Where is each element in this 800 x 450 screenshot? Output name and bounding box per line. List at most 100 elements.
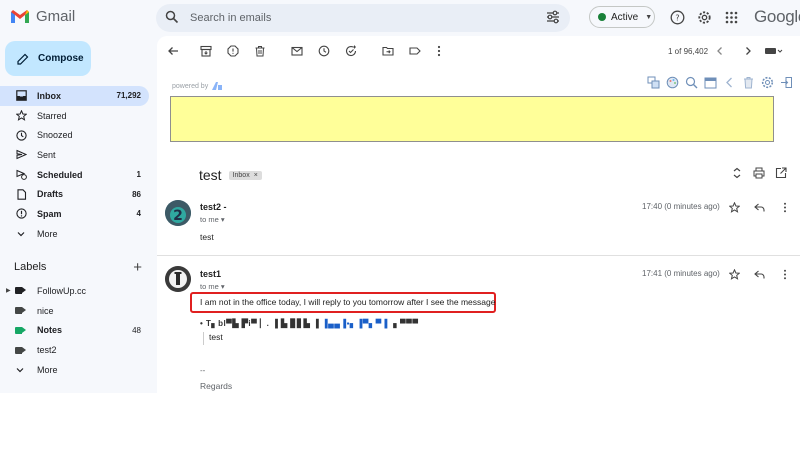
chevron-down-icon [15, 365, 26, 375]
report-spam-icon[interactable] [225, 43, 241, 59]
more-vert-icon[interactable] [779, 201, 791, 213]
label-icon[interactable] [407, 43, 423, 59]
filter-options-icon[interactable] [546, 10, 560, 29]
sign-in-icon[interactable] [779, 75, 793, 89]
back-arrow-icon[interactable] [165, 43, 181, 59]
older-chevron-right-icon[interactable] [740, 43, 756, 59]
message-body: test [200, 232, 214, 242]
more-vert-icon[interactable] [431, 43, 447, 59]
sidebar-item-more[interactable]: More [0, 224, 149, 244]
remove-label-icon[interactable]: × [254, 172, 258, 179]
sidebar-item-sent[interactable]: Sent [0, 145, 149, 165]
gmail-app: Gmail Active ▼ ? Google Com [0, 0, 800, 393]
gmail-logo[interactable]: Gmail [10, 8, 75, 25]
quoted-message: test [203, 332, 223, 345]
sidebar-item-starred[interactable]: Starred [0, 106, 149, 126]
recipient-details[interactable]: to me ▾ [200, 282, 225, 291]
chevron-down-icon: ▼ [645, 13, 653, 21]
open-in-new-window-icon[interactable] [774, 166, 788, 180]
spam-icon [15, 208, 27, 220]
sender-name[interactable]: test1 [200, 269, 221, 279]
search-icon[interactable] [165, 10, 179, 29]
sidebar-label-notes[interactable]: Notes 48 [0, 321, 149, 341]
signature-separator: -- [200, 366, 206, 375]
more-vert-icon[interactable] [779, 268, 791, 280]
message-toolbar: 1 of 96,402 [157, 36, 800, 66]
sender-avatar[interactable]: 2 [165, 200, 191, 226]
search-input[interactable] [190, 9, 530, 27]
snooze-clock-icon[interactable] [316, 43, 332, 59]
expand-all-icon[interactable] [730, 166, 744, 180]
sidebar-item-spam[interactable]: Spam 4 [0, 204, 149, 224]
newer-chevron-left-icon[interactable] [712, 43, 728, 59]
trash-icon[interactable] [741, 75, 755, 89]
settings-cog-icon[interactable] [760, 75, 774, 89]
subject-text: test [199, 167, 222, 183]
input-tools-keyboard-icon[interactable] [763, 43, 785, 59]
clock-icon [15, 129, 27, 141]
google-account-logo[interactable]: Google [754, 7, 800, 27]
expand-caret-icon[interactable]: ▶ [6, 287, 11, 294]
extension-logo-icon [212, 82, 223, 90]
send-icon [15, 149, 27, 161]
reply-icon[interactable] [753, 268, 765, 280]
delete-trash-icon[interactable] [252, 43, 268, 59]
reply-icon[interactable] [753, 201, 765, 213]
auto-reply-text: I am not in the office today, I will rep… [200, 297, 496, 307]
pencil-icon [17, 53, 29, 65]
status-label: Active [611, 11, 639, 23]
sidebar-label-test2[interactable]: test2 [0, 340, 149, 360]
search-bar[interactable] [156, 4, 570, 32]
compose-button[interactable]: Compose [5, 41, 91, 76]
notes-count: 48 [132, 325, 141, 335]
label-tag-icon [15, 307, 26, 315]
sidebar-item-scheduled[interactable]: Scheduled 1 [0, 165, 149, 185]
scroll-left-icon[interactable] [722, 75, 736, 89]
labels-heading-text: Labels [14, 261, 47, 273]
print-icon[interactable] [752, 166, 766, 180]
archive-icon[interactable] [198, 43, 214, 59]
recipient-details[interactable]: to me ▾ [200, 215, 225, 224]
label-tag-icon [15, 346, 26, 354]
sidebar-label-nice[interactable]: nice [0, 301, 149, 321]
addon-note-input[interactable] [171, 97, 773, 141]
powered-by-badge: powered by [172, 81, 223, 91]
sender-name[interactable]: test2 - [200, 202, 227, 212]
translate-icon[interactable] [646, 75, 660, 89]
sidebar-labels-more[interactable]: More [0, 360, 149, 380]
sender-avatar[interactable] [165, 266, 191, 292]
sidebar-label-followup[interactable]: ▶ FollowUp.cc [0, 281, 149, 301]
apps-grid-icon[interactable] [722, 8, 740, 26]
sidebar-nav: Inbox 71,292 Starred Snoozed Sent Schedu… [0, 86, 155, 244]
add-to-tasks-icon[interactable] [343, 43, 359, 59]
calendar-icon[interactable] [703, 75, 717, 89]
sidebar-item-label: Drafts [37, 189, 64, 200]
addon-note-textarea[interactable] [170, 96, 774, 142]
sidebar-item-snoozed[interactable]: Snoozed [0, 125, 149, 145]
inbox-label-chip: Inbox × [228, 170, 262, 180]
palette-icon[interactable] [665, 75, 679, 89]
quoted-email-link[interactable]: ▐▄▄▐▪▖▐▀▖▀ ▌ [322, 319, 391, 328]
app-name: Gmail [36, 8, 76, 25]
star-icon[interactable] [728, 201, 740, 213]
star-icon[interactable] [728, 268, 740, 280]
settings-gear-icon[interactable] [695, 8, 713, 26]
sidebar-item-label: Spam [37, 208, 62, 219]
sidebar-item-label: Inbox [37, 90, 61, 101]
mark-unread-icon[interactable] [289, 43, 305, 59]
message-divider [157, 255, 800, 256]
message-timestamp: 17:40 (0 minutes ago) [642, 202, 720, 211]
add-label-icon[interactable]: + [133, 259, 142, 276]
sidebar-item-inbox[interactable]: Inbox 71,292 [0, 86, 149, 106]
inbox-icon [15, 90, 27, 102]
label-name: test2 [37, 345, 57, 356]
status-dropdown[interactable]: Active ▼ [589, 6, 655, 28]
help-icon[interactable]: ? [668, 8, 686, 26]
spam-count: 4 [136, 209, 141, 219]
status-dot [598, 13, 606, 21]
sidebar-item-drafts[interactable]: Drafts 86 [0, 184, 149, 204]
zoom-search-icon[interactable] [684, 75, 698, 89]
sidebar-item-label: Snoozed [37, 130, 73, 141]
schedule-send-icon [15, 169, 27, 181]
move-to-folder-icon[interactable] [380, 43, 396, 59]
